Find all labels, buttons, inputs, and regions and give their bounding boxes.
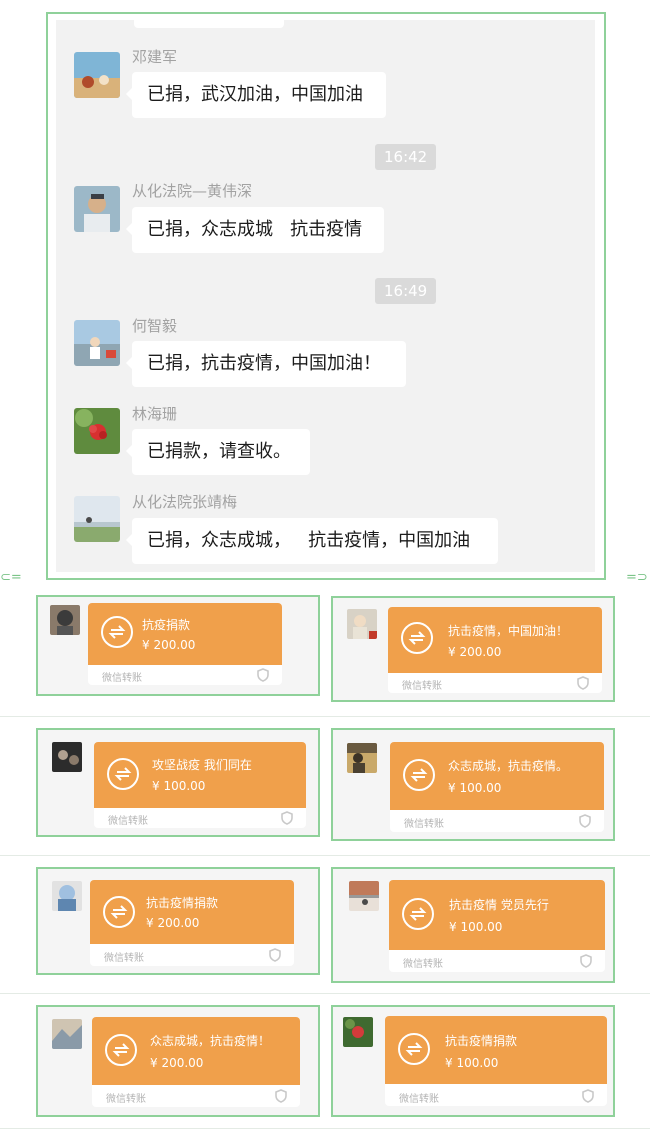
transfer-card[interactable]: 抗击疫情 党员先行 ¥ 100.00 微信转账: [331, 867, 615, 983]
avatar[interactable]: [74, 52, 120, 98]
avatar[interactable]: [50, 605, 80, 635]
avatar[interactable]: [74, 408, 120, 454]
transfer-label: 微信转账: [403, 959, 443, 970]
transfer-banner: 攻坚战疫 我们同在 ¥ 100.00: [94, 742, 306, 808]
message-bubble[interactable]: 已捐，众志成城， 抗击疫情，中国加油: [126, 518, 498, 564]
transfer-icon: [107, 758, 139, 790]
transfer-bubble[interactable]: 抗击疫情，中国加油！ ¥ 200.00 微信转账: [388, 607, 602, 693]
transfer-card[interactable]: 抗击疫情，中国加油！ ¥ 200.00 微信转账: [331, 596, 615, 702]
transfer-amount: ¥ 100.00: [152, 779, 206, 793]
message-bubble[interactable]: 已捐款，请查收。: [126, 429, 310, 475]
transfer-note: 抗击疫情捐款: [146, 896, 219, 910]
divider: [0, 1128, 650, 1129]
transfer-icon: [401, 622, 433, 654]
transfer-bubble[interactable]: 抗击疫情 党员先行 ¥ 100.00 微信转账: [389, 880, 605, 972]
transfer-icon: [105, 1034, 137, 1066]
transfer-note: 抗疫捐款: [142, 618, 191, 632]
transfer-banner: 众志成城，抗击疫情。 ¥ 100.00: [390, 742, 604, 810]
transfer-amount: ¥ 200.00: [448, 645, 502, 659]
avatar[interactable]: [52, 881, 82, 911]
ornament-left: ⊂=: [0, 570, 22, 585]
transfer-note: 抗击疫情捐款: [445, 1034, 518, 1048]
transfer-bubble[interactable]: 众志成城，抗击疫情！ ¥ 200.00 微信转账: [92, 1017, 300, 1107]
transfer-label: 微信转账: [404, 819, 444, 830]
transfer-note: 攻坚战疫 我们同在: [152, 758, 252, 772]
divider: [0, 716, 650, 717]
transfer-amount: ¥ 100.00: [449, 920, 503, 934]
divider: [0, 993, 650, 994]
transfer-amount: ¥ 200.00: [150, 1056, 204, 1070]
transfer-banner: 抗击疫情捐款 ¥ 100.00: [385, 1016, 607, 1084]
transfer-icon: [402, 898, 434, 930]
transfer-banner: 抗击疫情捐款 ¥ 200.00: [90, 880, 294, 944]
sender-name: 何智毅: [132, 317, 178, 335]
transfer-bubble[interactable]: 抗击疫情捐款 ¥ 100.00 微信转账: [385, 1016, 607, 1106]
avatar[interactable]: [52, 1019, 82, 1049]
message-bubble[interactable]: 已捐，抗击疫情，中国加油！: [126, 341, 406, 387]
shield-icon: [256, 667, 270, 682]
avatar[interactable]: [349, 881, 379, 911]
transfer-banner: 抗击疫情，中国加油！ ¥ 200.00: [388, 607, 602, 673]
transfer-card[interactable]: 抗击疫情捐款 ¥ 200.00 微信转账: [36, 867, 320, 975]
transfer-banner: 抗击疫情 党员先行 ¥ 100.00: [389, 880, 605, 950]
shield-icon: [280, 810, 294, 825]
avatar[interactable]: [74, 320, 120, 366]
shield-icon: [581, 1088, 595, 1103]
avatar[interactable]: [347, 743, 377, 773]
timestamp: 16:42: [375, 144, 437, 170]
shield-icon: [579, 953, 593, 968]
shield-icon: [576, 675, 590, 690]
transfer-label: 微信转账: [108, 816, 148, 827]
sender-name: 从化法院张靖梅: [132, 493, 238, 511]
transfer-amount: ¥ 200.00: [142, 638, 196, 652]
message-bubble[interactable]: 已捐，武汉加油，中国加油: [126, 72, 386, 118]
transfer-label: 微信转账: [399, 1094, 439, 1105]
previous-message-stub: [134, 20, 284, 28]
ornament-right: =⊃: [626, 570, 648, 585]
avatar[interactable]: [74, 186, 120, 232]
timestamp: 16:49: [375, 278, 437, 304]
transfer-bubble[interactable]: 抗击疫情捐款 ¥ 200.00 微信转账: [90, 880, 294, 966]
avatar[interactable]: [347, 609, 377, 639]
divider: [0, 855, 650, 856]
transfer-icon: [103, 896, 135, 928]
transfer-note: 众志成城，抗击疫情。: [448, 759, 569, 773]
sender-name: 从化法院—黄伟深: [132, 182, 253, 200]
sender-name: 邓建军: [132, 48, 178, 66]
shield-icon: [274, 1088, 288, 1103]
shield-icon: [578, 813, 592, 828]
transfer-label: 微信转账: [106, 1094, 146, 1105]
transfer-label: 微信转账: [402, 681, 442, 692]
transfer-banner: 抗疫捐款 ¥ 200.00: [88, 603, 282, 665]
avatar[interactable]: [74, 496, 120, 542]
transfer-icon: [101, 616, 133, 648]
transfer-bubble[interactable]: 抗疫捐款 ¥ 200.00 微信转账: [88, 603, 282, 685]
sender-name: 林海珊: [132, 405, 178, 423]
transfer-bubble[interactable]: 攻坚战疫 我们同在 ¥ 100.00 微信转账: [94, 742, 306, 828]
transfer-banner: 众志成城，抗击疫情！ ¥ 200.00: [92, 1017, 300, 1085]
transfer-note: 众志成城，抗击疫情！: [150, 1034, 271, 1048]
avatar[interactable]: [343, 1017, 373, 1047]
transfer-amount: ¥ 100.00: [448, 781, 502, 795]
transfer-card[interactable]: 众志成城，抗击疫情。 ¥ 100.00 微信转账: [331, 728, 615, 841]
transfer-amount: ¥ 200.00: [146, 916, 200, 930]
transfer-card[interactable]: 众志成城，抗击疫情！ ¥ 200.00 微信转账: [36, 1005, 320, 1117]
transfer-card[interactable]: 抗疫捐款 ¥ 200.00 微信转账: [36, 595, 320, 696]
transfer-note: 抗击疫情，中国加油！: [448, 624, 569, 638]
transfer-card[interactable]: 抗击疫情捐款 ¥ 100.00 微信转账: [331, 1005, 615, 1117]
transfer-label: 微信转账: [104, 953, 144, 964]
shield-icon: [268, 947, 282, 962]
transfer-icon: [398, 1033, 430, 1065]
transfer-amount: ¥ 100.00: [445, 1056, 499, 1070]
avatar[interactable]: [52, 742, 82, 772]
message-bubble[interactable]: 已捐，众志成城 抗击疫情: [126, 207, 384, 253]
transfer-note: 抗击疫情 党员先行: [449, 898, 549, 912]
transfer-card[interactable]: 攻坚战疫 我们同在 ¥ 100.00 微信转账: [36, 728, 320, 837]
chat-window: 邓建军 已捐，武汉加油，中国加油 16:42 从化法院—黄伟深 已捐，众志成城 …: [56, 20, 595, 572]
transfer-icon: [403, 759, 435, 791]
transfer-label: 微信转账: [102, 673, 142, 684]
transfer-bubble[interactable]: 众志成城，抗击疫情。 ¥ 100.00 微信转账: [390, 742, 604, 832]
